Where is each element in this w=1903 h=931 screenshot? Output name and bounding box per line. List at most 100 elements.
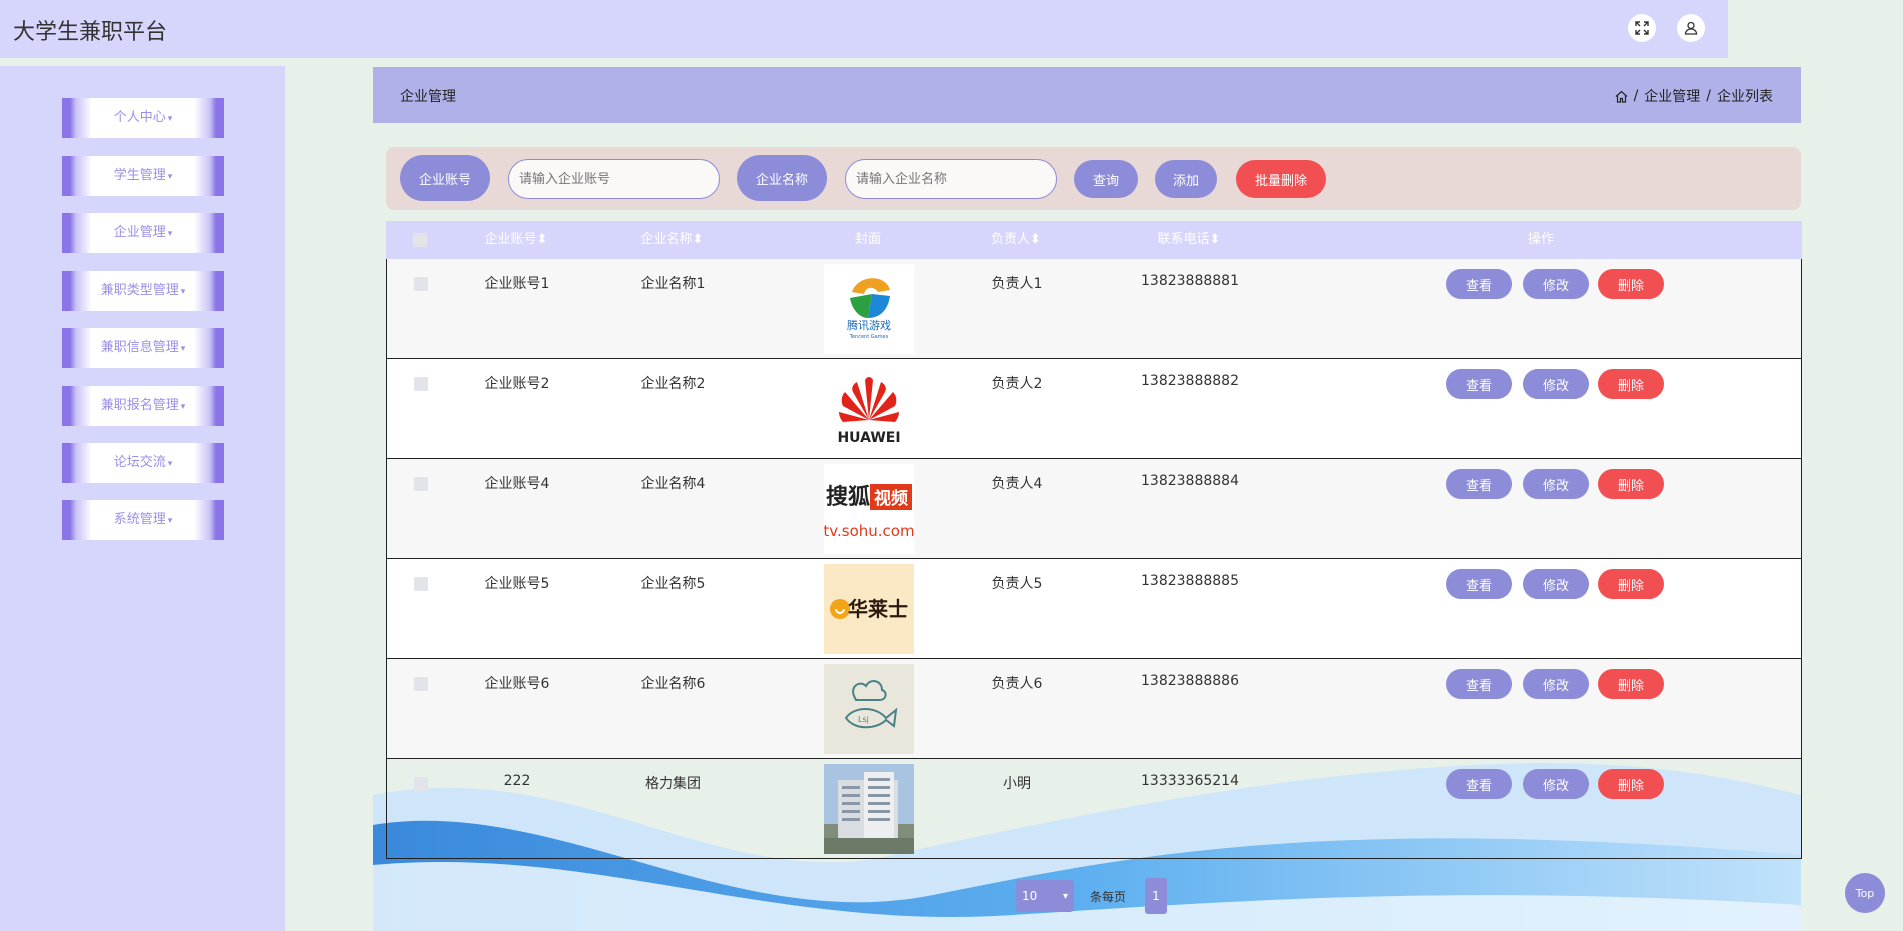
building-photo-graphic: [824, 764, 914, 854]
delete-button[interactable]: 删除: [1598, 369, 1664, 399]
add-button[interactable]: 添加: [1155, 160, 1217, 198]
chef-fish-logo[interactable]: Lsj: [824, 664, 914, 754]
logo-text: Lsj: [858, 715, 869, 724]
cell-account: 企业账号4: [484, 476, 550, 492]
view-button[interactable]: 查看: [1446, 269, 1512, 299]
cell-account: 企业账号1: [484, 276, 550, 292]
column-header-account[interactable]: 企业账号⬍: [466, 221, 566, 259]
cell-name: 企业名称5: [640, 576, 706, 592]
chevron-down-icon: ▾: [180, 287, 186, 297]
hualaishi-logo[interactable]: 华莱士: [824, 564, 914, 654]
edit-button[interactable]: 修改: [1523, 269, 1589, 299]
sidebar-item-label: 论坛交流: [113, 455, 166, 470]
breadcrumb-item: 企业列表: [1717, 89, 1773, 105]
row-checkbox[interactable]: [414, 277, 428, 291]
sidebar-item-job-type-management[interactable]: 兼职类型管理 ▾: [62, 271, 224, 311]
cell-name: 企业名称4: [640, 476, 706, 492]
edit-button[interactable]: 修改: [1523, 369, 1589, 399]
cell-name: 格力集团: [645, 776, 701, 792]
building-photo[interactable]: [824, 764, 914, 854]
column-header-label: 联系电话: [1157, 232, 1210, 247]
column-header-phone[interactable]: 联系电话⬍: [1129, 221, 1249, 259]
breadcrumb-separator: /: [1706, 88, 1711, 104]
chevron-down-icon: ▾: [167, 229, 173, 239]
row-checkbox[interactable]: [414, 777, 428, 791]
cell-name: 企业名称2: [640, 376, 706, 392]
breadcrumb-item[interactable]: 企业管理: [1644, 86, 1700, 106]
cell-account: 222: [503, 773, 531, 789]
sidebar-item-forum[interactable]: 论坛交流 ▾: [62, 443, 224, 483]
name-label: 企业名称: [737, 155, 827, 201]
cell-manager: 负责人6: [991, 676, 1043, 692]
cell-manager: 小明: [1003, 776, 1031, 792]
cell-phone: 13823888884: [1141, 473, 1239, 489]
cell-phone: 13333365214: [1141, 773, 1239, 789]
edit-button[interactable]: 修改: [1523, 769, 1589, 799]
logo-subtext: Tencent Games: [849, 334, 889, 340]
sidebar-item-label: 学生管理: [113, 168, 166, 183]
sidebar-item-job-info-management[interactable]: 兼职信息管理 ▾: [62, 328, 224, 368]
page-header: 企业管理 / 企业管理 / 企业列表: [373, 67, 1801, 123]
sidebar-item-label: 系统管理: [113, 512, 166, 527]
delete-button[interactable]: 删除: [1598, 469, 1664, 499]
delete-button[interactable]: 删除: [1598, 569, 1664, 599]
sort-icon: ⬍: [536, 232, 548, 247]
top-bar: 大学生兼职平台: [0, 0, 1728, 58]
cell-manager: 负责人1: [991, 276, 1043, 292]
cell-phone: 13823888882: [1141, 373, 1239, 389]
chevron-down-icon: ▾: [167, 516, 173, 526]
sidebar-item-personal-center[interactable]: 个人中心 ▾: [62, 98, 224, 138]
sidebar-item-company-management[interactable]: 企业管理 ▾: [62, 213, 224, 253]
back-to-top-button[interactable]: Top: [1845, 873, 1885, 913]
page-size-select[interactable]: 10 ▾: [1016, 880, 1074, 912]
search-bar: 企业账号 企业名称 查询 添加 批量删除: [386, 147, 1801, 210]
tencent-games-logo[interactable]: 腾讯游戏 Tencent Games: [824, 264, 914, 354]
sort-icon: ⬍: [692, 232, 704, 247]
row-checkbox[interactable]: [414, 577, 428, 591]
sidebar-item-label: 兼职报名管理: [100, 398, 179, 413]
huawei-logo-graphic: HUAWEI: [824, 364, 914, 454]
cell-name: 企业名称1: [640, 276, 706, 292]
row-checkbox[interactable]: [414, 377, 428, 391]
table-row: 企业账号1 企业名称1 腾讯游戏 Tencent Games 负责人1 1382…: [386, 259, 1802, 359]
account-search-input[interactable]: [508, 159, 720, 199]
edit-button[interactable]: 修改: [1523, 569, 1589, 599]
page-number-current[interactable]: 1: [1145, 878, 1167, 914]
name-search-input[interactable]: [845, 159, 1057, 199]
column-header-manager[interactable]: 负责人⬍: [966, 221, 1066, 259]
batch-delete-button[interactable]: 批量删除: [1236, 160, 1326, 198]
edit-button[interactable]: 修改: [1523, 669, 1589, 699]
cell-manager: 负责人2: [991, 376, 1043, 392]
breadcrumb: / 企业管理 / 企业列表: [1615, 86, 1773, 106]
column-header-actions: 操作: [1527, 232, 1554, 247]
tencent-games-logo-graphic: 腾讯游戏 Tencent Games: [824, 264, 914, 354]
huawei-logo[interactable]: HUAWEI: [824, 364, 914, 454]
sidebar-item-job-application-management[interactable]: 兼职报名管理 ▾: [62, 386, 224, 426]
home-icon[interactable]: [1615, 90, 1628, 103]
column-header-label: 负责人: [991, 232, 1031, 247]
logo-badge-text: 视频: [874, 488, 908, 509]
chevron-down-icon: ▾: [180, 402, 186, 412]
user-button[interactable]: [1677, 14, 1705, 42]
view-button[interactable]: 查看: [1446, 369, 1512, 399]
sidebar-item-system-management[interactable]: 系统管理 ▾: [62, 500, 224, 540]
fullscreen-button[interactable]: [1628, 14, 1656, 42]
delete-button[interactable]: 删除: [1598, 269, 1664, 299]
sohu-video-logo[interactable]: 搜狐 视频 tv.sohu.com: [824, 464, 914, 554]
view-button[interactable]: 查看: [1446, 669, 1512, 699]
row-checkbox[interactable]: [414, 477, 428, 491]
view-button[interactable]: 查看: [1446, 569, 1512, 599]
select-all-checkbox[interactable]: [413, 233, 427, 247]
view-button[interactable]: 查看: [1446, 469, 1512, 499]
edit-button[interactable]: 修改: [1523, 469, 1589, 499]
column-header-name[interactable]: 企业名称⬍: [622, 221, 722, 259]
delete-button[interactable]: 删除: [1598, 769, 1664, 799]
row-checkbox[interactable]: [414, 677, 428, 691]
view-button[interactable]: 查看: [1446, 769, 1512, 799]
cell-name: 企业名称6: [640, 676, 706, 692]
hualaishi-logo-graphic: 华莱士: [824, 564, 914, 654]
delete-button[interactable]: 删除: [1598, 669, 1664, 699]
sidebar-item-student-management[interactable]: 学生管理 ▾: [62, 156, 224, 196]
chevron-down-icon: ▾: [167, 172, 173, 182]
query-button[interactable]: 查询: [1074, 160, 1138, 198]
